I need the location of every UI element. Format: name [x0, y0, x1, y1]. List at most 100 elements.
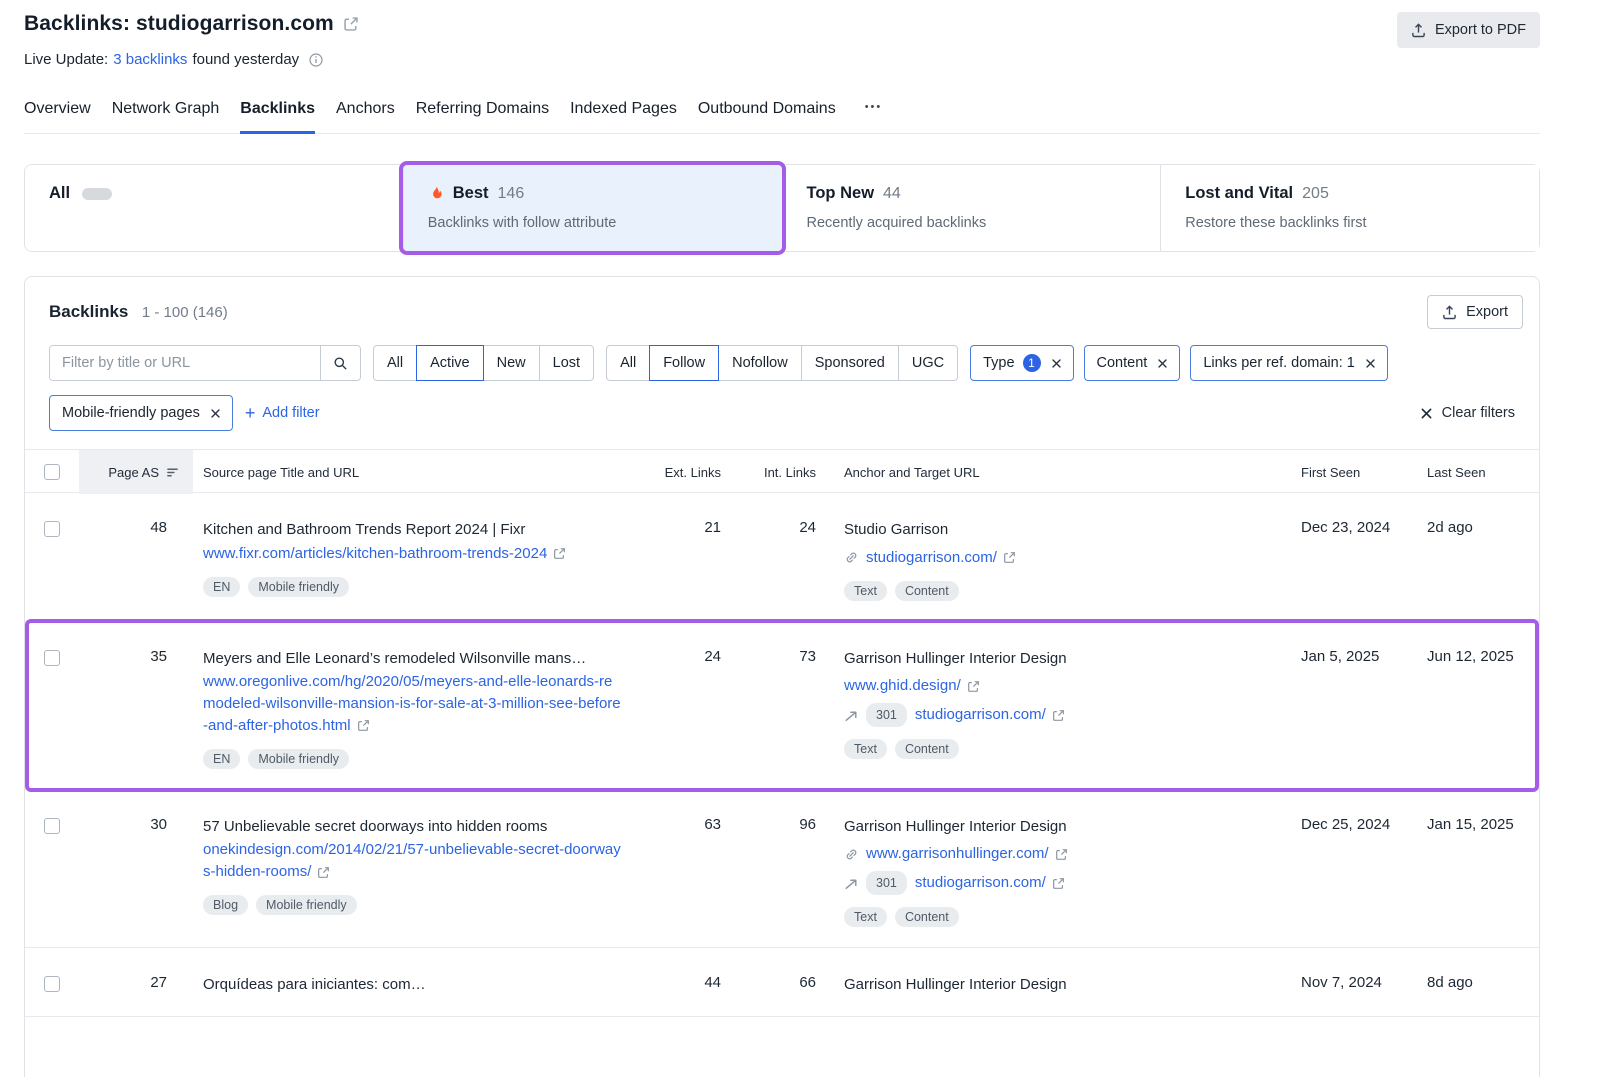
- link-icon: [844, 847, 859, 862]
- tab-anchors[interactable]: Anchors: [336, 100, 395, 133]
- toggle-pill[interactable]: [82, 188, 112, 200]
- redirect-icon: [844, 708, 859, 723]
- card-title: Best: [453, 184, 489, 203]
- card-title: Top New: [807, 184, 875, 203]
- live-update-suffix: found yesterday: [192, 51, 299, 68]
- sort-icon[interactable]: [166, 466, 179, 479]
- filter-option-active[interactable]: Active: [416, 345, 484, 381]
- filter-option-all[interactable]: All: [373, 345, 417, 381]
- close-icon[interactable]: [1365, 358, 1376, 369]
- last-seen-value: Jan 15, 2025: [1415, 790, 1539, 948]
- panel-title: Backlinks: [49, 302, 128, 321]
- filter-option-nofollow[interactable]: Nofollow: [718, 345, 802, 381]
- column-first-seen[interactable]: First Seen: [1285, 465, 1415, 480]
- filter-chip-content[interactable]: Content: [1084, 345, 1181, 381]
- filter-chip-mobile-friendly-pages[interactable]: Mobile-friendly pages: [49, 395, 233, 431]
- external-link-icon[interactable]: [317, 866, 330, 879]
- secondary-filter-chips: Mobile-friendly pages: [49, 395, 233, 431]
- live-update-link[interactable]: 3 backlinks: [113, 51, 187, 68]
- table-row: 48Kitchen and Bathroom Trends Report 202…: [25, 493, 1539, 622]
- external-link-icon[interactable]: [1052, 709, 1065, 722]
- last-seen-value: 2d ago: [1415, 493, 1539, 621]
- external-link-icon[interactable]: [1052, 877, 1065, 890]
- export-pdf-button[interactable]: Export to PDF: [1397, 12, 1540, 48]
- column-page-as[interactable]: Page AS: [79, 450, 193, 494]
- tab-backlinks[interactable]: Backlinks: [240, 100, 315, 133]
- page-badge: Mobile friendly: [248, 749, 349, 769]
- source-page-title: Orquídeas para iniciantes: com…: [203, 974, 621, 996]
- target-url-link[interactable]: www.garrisonhullinger.com/: [866, 843, 1049, 865]
- page-badge: Blog: [203, 895, 248, 915]
- close-icon[interactable]: [1051, 358, 1062, 369]
- target-url-link[interactable]: www.ghid.design/: [844, 675, 961, 697]
- filter-option-sponsored[interactable]: Sponsored: [801, 345, 899, 381]
- column-last-seen[interactable]: Last Seen: [1415, 465, 1539, 480]
- column-anchor-target[interactable]: Anchor and Target URL: [830, 465, 1285, 480]
- redirect-target-link[interactable]: studiogarrison.com/: [915, 704, 1046, 726]
- tab-overview[interactable]: Overview: [24, 100, 91, 133]
- search-button[interactable]: [320, 346, 360, 380]
- tab-referring-domains[interactable]: Referring Domains: [416, 100, 549, 133]
- panel-header: Backlinks 1 - 100 (146) Export: [25, 277, 1539, 345]
- link-type-tag: Content: [895, 907, 959, 927]
- page-badge: EN: [203, 749, 240, 769]
- filter-option-follow[interactable]: Follow: [649, 345, 719, 381]
- source-url-link[interactable]: www.fixr.com/articles/kitchen-bathroom-t…: [203, 545, 547, 562]
- target-url-link[interactable]: studiogarrison.com/: [866, 547, 997, 569]
- source-url-link[interactable]: www.oregonlive.com/hg/2020/05/meyers-and…: [203, 673, 621, 734]
- filter-card-top-new[interactable]: Top New44Recently acquired backlinks: [782, 165, 1161, 251]
- clear-filters-button[interactable]: Clear filters: [1420, 405, 1515, 421]
- filter-card-best[interactable]: Best146Backlinks with follow attribute: [403, 165, 782, 251]
- status-filter-group: AllActiveNewLost: [373, 345, 594, 381]
- external-link-icon[interactable]: [967, 680, 980, 693]
- row-checkbox[interactable]: [44, 976, 60, 992]
- tab-indexed-pages[interactable]: Indexed Pages: [570, 100, 677, 133]
- export-icon: [1411, 23, 1426, 38]
- select-all-checkbox[interactable]: [44, 464, 60, 480]
- filter-option-all[interactable]: All: [606, 345, 650, 381]
- tab-more[interactable]: •••: [857, 100, 883, 133]
- filter-card-lost-and-vital[interactable]: Lost and Vital205Restore these backlinks…: [1160, 165, 1539, 251]
- add-filter-button[interactable]: + Add filter: [245, 404, 320, 422]
- link-type-tag: Text: [844, 581, 887, 601]
- filter-option-new[interactable]: New: [483, 345, 540, 381]
- column-int-links[interactable]: Int. Links: [735, 465, 830, 480]
- external-link-icon[interactable]: [357, 719, 370, 732]
- plus-icon: +: [245, 404, 256, 422]
- close-icon[interactable]: [210, 408, 221, 419]
- info-icon[interactable]: [309, 53, 323, 67]
- anchor-text: Garrison Hullinger Interior Design: [844, 648, 1275, 670]
- source-url-link[interactable]: onekindesign.com/2014/02/21/57-unbelieva…: [203, 841, 621, 880]
- ext-links-value: 63: [645, 790, 735, 948]
- page-header: Backlinks: studiogarrison.com Live Updat…: [24, 12, 1540, 68]
- chip-label: Type: [983, 355, 1014, 371]
- external-link-icon[interactable]: [553, 547, 566, 560]
- row-checkbox[interactable]: [44, 818, 60, 834]
- filter-chip-type[interactable]: Type1: [970, 345, 1073, 381]
- external-link-icon[interactable]: [343, 16, 359, 32]
- table-row: 35Meyers and Elle Leonard’s remodeled Wi…: [25, 622, 1539, 790]
- link-icon: [844, 550, 859, 565]
- search-box: [49, 345, 361, 381]
- column-ext-links[interactable]: Ext. Links: [645, 465, 735, 480]
- clear-filters-label: Clear filters: [1442, 405, 1515, 421]
- redirect-target-link[interactable]: studiogarrison.com/: [915, 872, 1046, 894]
- filter-chip-links-per-ref-domain-1[interactable]: Links per ref. domain: 1: [1190, 345, 1388, 381]
- filter-option-lost[interactable]: Lost: [539, 345, 594, 381]
- int-links-value: 73: [735, 622, 830, 789]
- row-checkbox[interactable]: [44, 521, 60, 537]
- filter-card-all[interactable]: All: [25, 165, 403, 251]
- column-source-title[interactable]: Source page Title and URL: [193, 465, 645, 480]
- redirect-code-badge: 301: [866, 871, 907, 895]
- tab-outbound-domains[interactable]: Outbound Domains: [698, 100, 836, 133]
- external-link-icon[interactable]: [1003, 551, 1016, 564]
- export-button[interactable]: Export: [1427, 295, 1523, 329]
- filter-option-ugc[interactable]: UGC: [898, 345, 958, 381]
- external-link-icon[interactable]: [1055, 848, 1068, 861]
- row-checkbox[interactable]: [44, 650, 60, 666]
- close-icon[interactable]: [1157, 358, 1168, 369]
- card-count: 205: [1302, 185, 1329, 203]
- live-update-line: Live Update: 3 backlinks found yesterday: [24, 51, 359, 68]
- tab-network-graph[interactable]: Network Graph: [112, 100, 220, 133]
- search-input[interactable]: [50, 346, 320, 380]
